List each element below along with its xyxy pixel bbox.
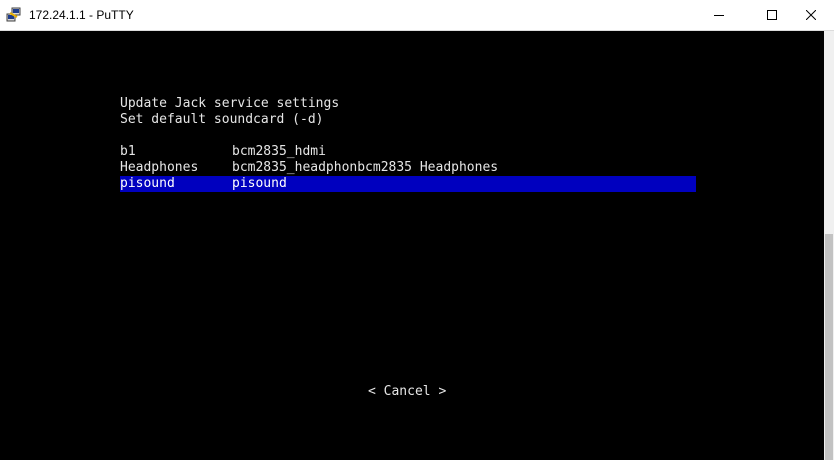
close-icon — [806, 10, 816, 20]
vertical-scrollbar[interactable] — [824, 31, 834, 460]
dialog-subtitle: Set default soundcard (-d) — [120, 112, 324, 127]
dialog-title: Update Jack service settings — [120, 96, 340, 111]
window-title: 172.24.1.1 - PuTTY — [29, 8, 134, 22]
terminal-area[interactable]: Update Jack service settings Set default… — [0, 31, 824, 460]
option-description: pisound — [232, 176, 287, 191]
option-name: b1 — [120, 144, 136, 159]
close-button[interactable] — [788, 0, 834, 30]
option-name: pisound — [120, 176, 175, 191]
option-description: bcm2835_headphonbcm2835 Headphones — [232, 160, 499, 175]
soundcard-option-headphones[interactable]: Headphones bcm2835_headphonbcm2835 Headp… — [120, 160, 696, 176]
scrollbar-thumb[interactable] — [825, 234, 833, 460]
option-description: bcm2835_hdmi — [232, 144, 326, 159]
cancel-button[interactable]: < Cancel > — [368, 384, 446, 400]
minimize-icon — [714, 15, 724, 16]
option-name: Headphones — [120, 160, 199, 175]
maximize-icon — [767, 10, 777, 20]
soundcard-option-b1[interactable]: b1 bcm2835_hdmi — [120, 144, 696, 160]
minimize-button[interactable] — [696, 0, 742, 30]
putty-icon[interactable] — [6, 7, 22, 23]
soundcard-option-pisound[interactable]: pisound pisound — [120, 176, 696, 192]
title-bar[interactable]: 172.24.1.1 - PuTTY — [0, 0, 834, 31]
